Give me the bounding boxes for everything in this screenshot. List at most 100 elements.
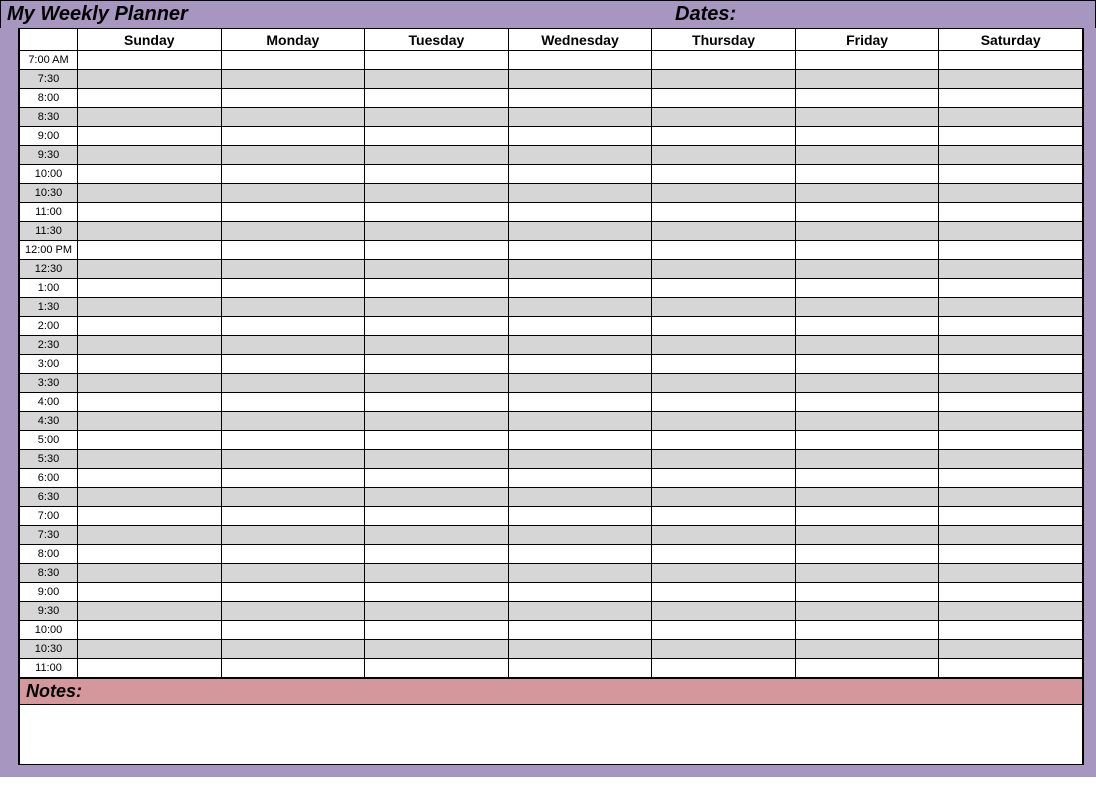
schedule-cell[interactable] (795, 640, 939, 659)
schedule-cell[interactable] (221, 374, 365, 393)
schedule-cell[interactable] (78, 203, 222, 222)
schedule-cell[interactable] (221, 184, 365, 203)
schedule-cell[interactable] (652, 450, 796, 469)
schedule-cell[interactable] (795, 431, 939, 450)
schedule-cell[interactable] (795, 355, 939, 374)
schedule-cell[interactable] (508, 488, 652, 507)
schedule-cell[interactable] (652, 127, 796, 146)
schedule-cell[interactable] (365, 469, 509, 488)
schedule-cell[interactable] (221, 279, 365, 298)
schedule-cell[interactable] (508, 469, 652, 488)
schedule-cell[interactable] (795, 583, 939, 602)
schedule-cell[interactable] (939, 374, 1083, 393)
schedule-cell[interactable] (78, 526, 222, 545)
schedule-cell[interactable] (652, 203, 796, 222)
schedule-cell[interactable] (365, 450, 509, 469)
schedule-cell[interactable] (78, 70, 222, 89)
schedule-cell[interactable] (939, 526, 1083, 545)
schedule-cell[interactable] (939, 450, 1083, 469)
schedule-cell[interactable] (652, 336, 796, 355)
schedule-cell[interactable] (939, 146, 1083, 165)
schedule-cell[interactable] (652, 89, 796, 108)
schedule-cell[interactable] (508, 412, 652, 431)
schedule-cell[interactable] (939, 488, 1083, 507)
schedule-cell[interactable] (508, 89, 652, 108)
schedule-cell[interactable] (795, 203, 939, 222)
schedule-cell[interactable] (221, 108, 365, 127)
schedule-cell[interactable] (508, 450, 652, 469)
schedule-cell[interactable] (365, 355, 509, 374)
schedule-cell[interactable] (78, 317, 222, 336)
schedule-cell[interactable] (78, 336, 222, 355)
schedule-cell[interactable] (365, 336, 509, 355)
schedule-cell[interactable] (508, 621, 652, 640)
schedule-cell[interactable] (795, 279, 939, 298)
schedule-cell[interactable] (78, 640, 222, 659)
schedule-cell[interactable] (652, 412, 796, 431)
schedule-cell[interactable] (795, 146, 939, 165)
schedule-cell[interactable] (795, 241, 939, 260)
schedule-cell[interactable] (652, 431, 796, 450)
schedule-cell[interactable] (652, 621, 796, 640)
schedule-cell[interactable] (652, 488, 796, 507)
schedule-cell[interactable] (365, 279, 509, 298)
schedule-cell[interactable] (508, 583, 652, 602)
schedule-cell[interactable] (221, 431, 365, 450)
schedule-cell[interactable] (78, 165, 222, 184)
schedule-cell[interactable] (652, 374, 796, 393)
schedule-cell[interactable] (795, 184, 939, 203)
schedule-cell[interactable] (939, 545, 1083, 564)
schedule-cell[interactable] (939, 659, 1083, 678)
schedule-cell[interactable] (508, 241, 652, 260)
schedule-cell[interactable] (78, 469, 222, 488)
schedule-cell[interactable] (365, 602, 509, 621)
schedule-cell[interactable] (652, 70, 796, 89)
schedule-cell[interactable] (795, 393, 939, 412)
schedule-cell[interactable] (652, 165, 796, 184)
schedule-cell[interactable] (78, 507, 222, 526)
schedule-cell[interactable] (221, 165, 365, 184)
schedule-cell[interactable] (78, 659, 222, 678)
schedule-cell[interactable] (939, 336, 1083, 355)
schedule-cell[interactable] (508, 545, 652, 564)
schedule-cell[interactable] (652, 393, 796, 412)
schedule-cell[interactable] (652, 545, 796, 564)
schedule-cell[interactable] (795, 469, 939, 488)
schedule-cell[interactable] (221, 355, 365, 374)
schedule-cell[interactable] (221, 526, 365, 545)
schedule-cell[interactable] (78, 127, 222, 146)
schedule-cell[interactable] (78, 355, 222, 374)
schedule-cell[interactable] (78, 621, 222, 640)
schedule-cell[interactable] (652, 583, 796, 602)
schedule-cell[interactable] (652, 241, 796, 260)
notes-area[interactable] (19, 705, 1083, 765)
schedule-cell[interactable] (939, 317, 1083, 336)
schedule-cell[interactable] (795, 317, 939, 336)
schedule-cell[interactable] (78, 241, 222, 260)
schedule-cell[interactable] (78, 412, 222, 431)
schedule-cell[interactable] (221, 659, 365, 678)
schedule-cell[interactable] (221, 583, 365, 602)
schedule-cell[interactable] (365, 526, 509, 545)
schedule-cell[interactable] (221, 640, 365, 659)
schedule-cell[interactable] (365, 545, 509, 564)
schedule-cell[interactable] (652, 260, 796, 279)
schedule-cell[interactable] (652, 526, 796, 545)
schedule-cell[interactable] (365, 108, 509, 127)
schedule-cell[interactable] (508, 260, 652, 279)
schedule-cell[interactable] (795, 336, 939, 355)
schedule-cell[interactable] (78, 602, 222, 621)
schedule-cell[interactable] (221, 507, 365, 526)
schedule-cell[interactable] (221, 222, 365, 241)
schedule-cell[interactable] (939, 70, 1083, 89)
schedule-cell[interactable] (221, 393, 365, 412)
schedule-cell[interactable] (365, 51, 509, 70)
schedule-cell[interactable] (221, 89, 365, 108)
schedule-cell[interactable] (508, 393, 652, 412)
schedule-cell[interactable] (508, 336, 652, 355)
schedule-cell[interactable] (795, 602, 939, 621)
schedule-cell[interactable] (221, 146, 365, 165)
schedule-cell[interactable] (939, 298, 1083, 317)
schedule-cell[interactable] (221, 469, 365, 488)
schedule-cell[interactable] (939, 165, 1083, 184)
